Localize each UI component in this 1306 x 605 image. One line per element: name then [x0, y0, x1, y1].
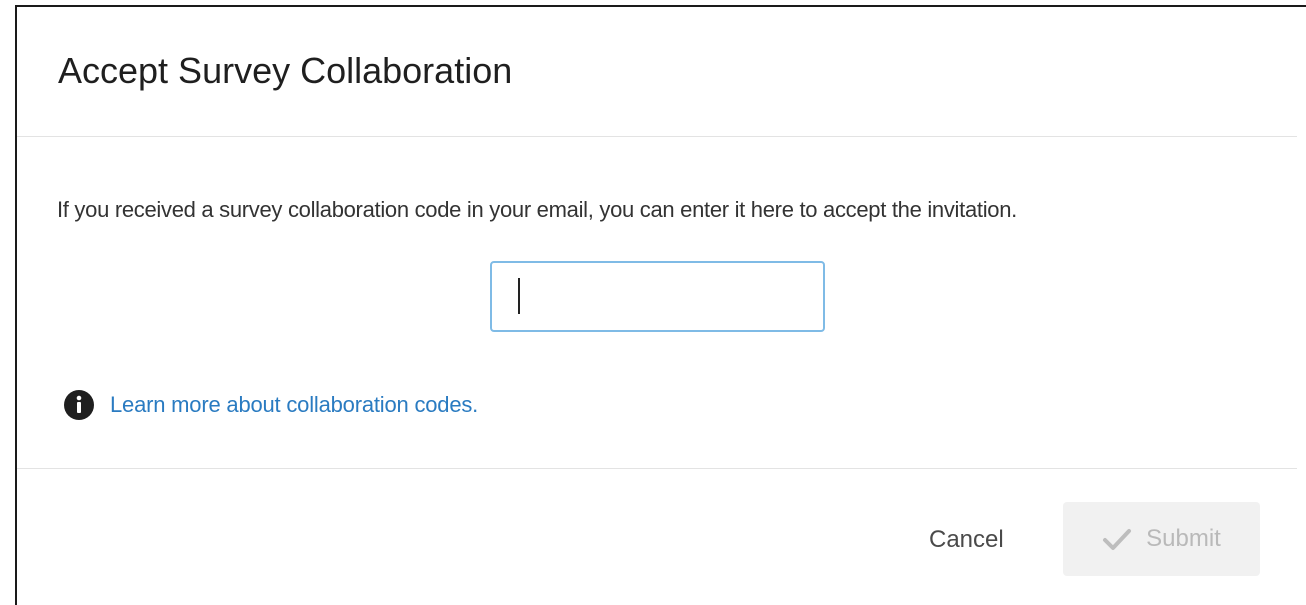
- submit-button[interactable]: Submit: [1063, 502, 1260, 576]
- dialog-header: Accept Survey Collaboration: [17, 7, 1297, 137]
- dialog-footer: Cancel Submit: [17, 469, 1297, 599]
- info-icon: [64, 390, 94, 420]
- collaboration-code-input[interactable]: [490, 261, 825, 332]
- dialog-frame: Accept Survey Collaboration If you recei…: [15, 5, 1306, 605]
- checkmark-icon: [1103, 529, 1132, 550]
- instruction-text: If you received a survey collaboration c…: [57, 197, 1017, 222]
- learn-more-row: Learn more about collaboration codes.: [63, 389, 478, 421]
- text-caret: [518, 278, 520, 314]
- dialog-title: Accept Survey Collaboration: [58, 50, 513, 91]
- submit-button-label: Submit: [1146, 525, 1221, 552]
- cancel-button[interactable]: Cancel: [911, 515, 1022, 565]
- dialog-body: If you received a survey collaboration c…: [17, 137, 1297, 469]
- learn-more-link[interactable]: Learn more about collaboration codes.: [110, 392, 478, 418]
